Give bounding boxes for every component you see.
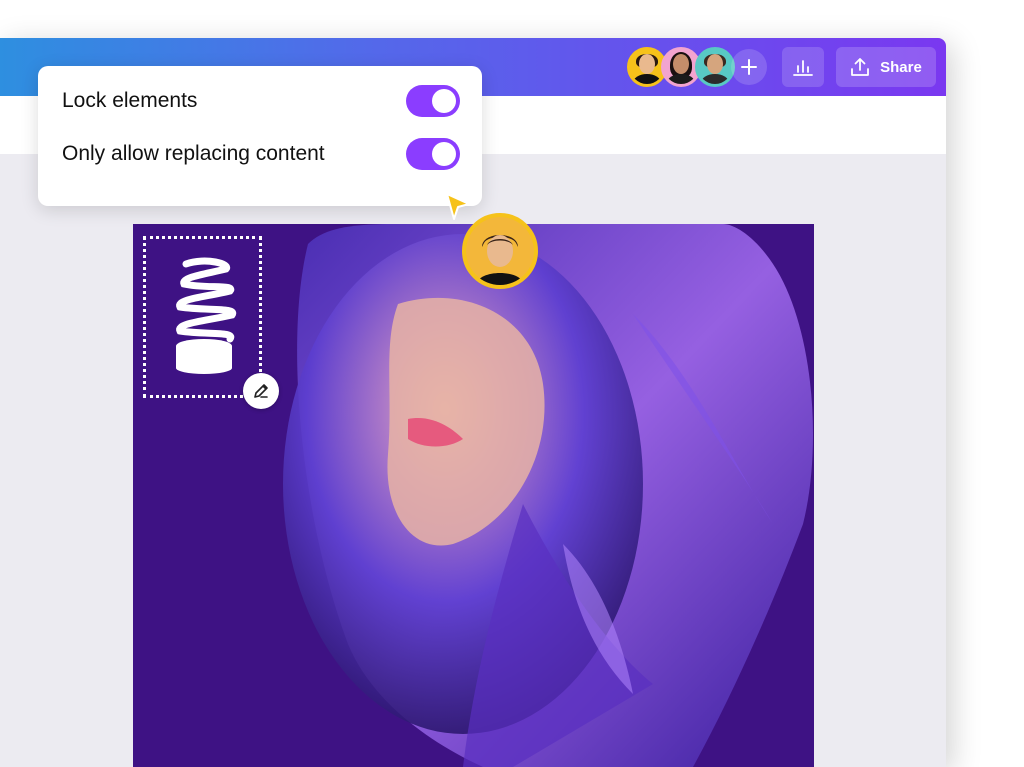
spring-graphic	[176, 257, 237, 374]
lock-elements-label: Lock elements	[62, 89, 198, 112]
toggle-knob	[432, 142, 456, 166]
selected-spring-element[interactable]	[143, 236, 262, 398]
edit-pencil-icon	[254, 384, 268, 398]
edit-element-button[interactable]	[243, 373, 279, 409]
collaborator-avatar-3[interactable]	[695, 47, 735, 87]
upload-icon	[851, 58, 870, 76]
only-allow-replacing-label: Only allow replacing content	[62, 142, 325, 165]
cursor-collaborator-avatar	[462, 213, 538, 289]
share-button[interactable]: Share	[836, 47, 936, 87]
only-allow-replacing-row: Only allow replacing content	[62, 136, 460, 172]
lock-elements-row: Lock elements	[62, 83, 460, 119]
share-button-label: Share	[880, 58, 922, 76]
toggle-knob	[432, 89, 456, 113]
plus-icon	[741, 59, 757, 75]
only-allow-replacing-toggle[interactable]	[406, 138, 460, 170]
insights-button[interactable]	[782, 47, 824, 87]
add-collaborator-button[interactable]	[731, 49, 767, 85]
pointer-cursor-icon	[446, 193, 470, 220]
bar-chart-icon	[793, 60, 813, 76]
lock-settings-popup: Lock elements Only allow replacing conte…	[38, 66, 482, 206]
lock-elements-toggle[interactable]	[406, 85, 460, 117]
